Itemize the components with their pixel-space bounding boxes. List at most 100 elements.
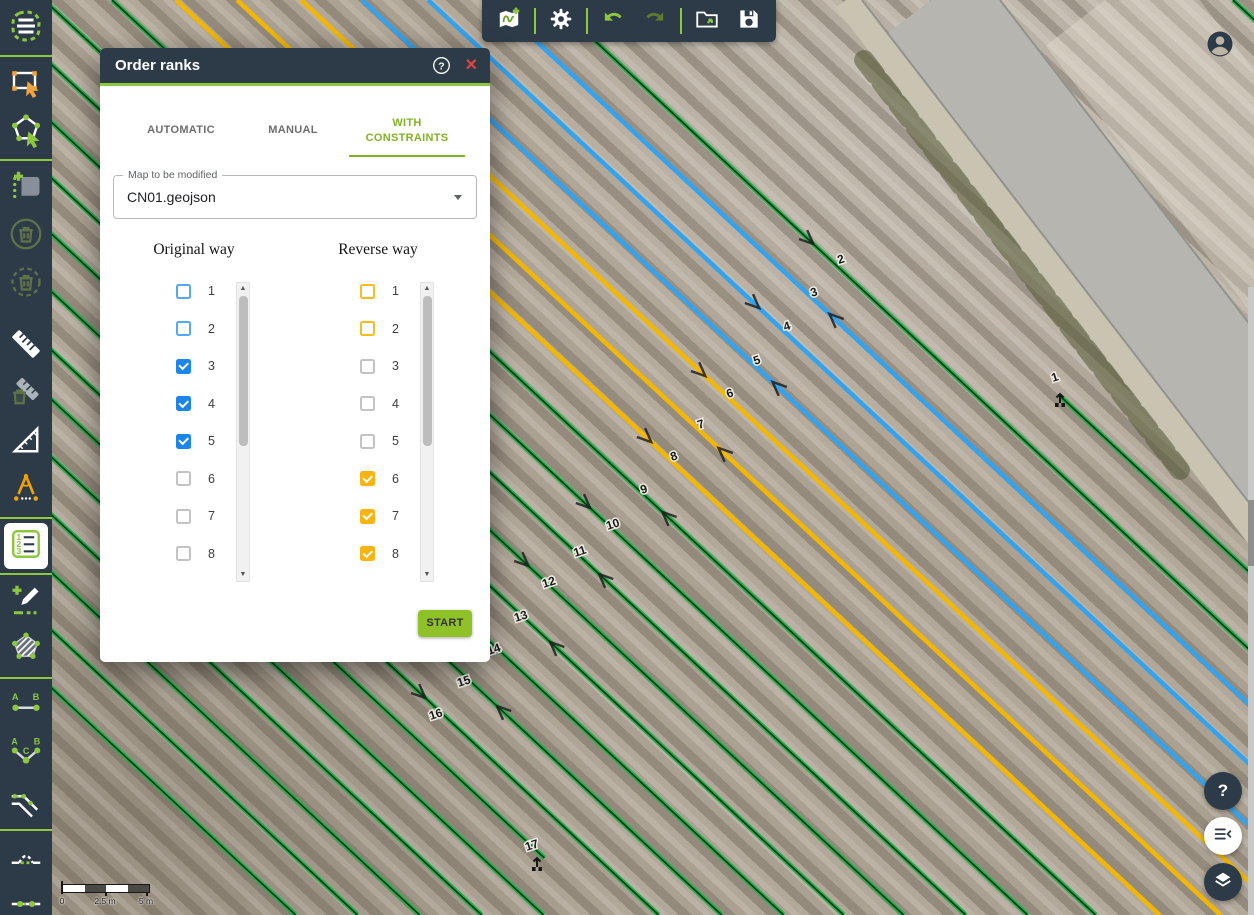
rank-checkbox-2[interactable] <box>360 321 375 336</box>
scroll-up-icon[interactable]: ▲ <box>237 283 249 295</box>
dialog-tabs: AUTOMATICMANUALWITH CONSTRAINTS <box>100 110 490 157</box>
sidebar-item-measure-ruler-tool[interactable] <box>3 323 49 369</box>
sidebar-item-offset-lines-tool[interactable] <box>3 779 49 825</box>
map-select-dropdown[interactable]: Map to be modified CN01.geojson <box>113 175 477 219</box>
sidebar-divider <box>0 677 52 679</box>
app-map-icon <box>496 6 522 37</box>
sidebar-item-arc-tool[interactable] <box>3 835 49 881</box>
rank-checkbox-1[interactable] <box>360 284 375 299</box>
rank-checkbox-5[interactable] <box>176 434 191 449</box>
sidebar-item-acb-angle-tool[interactable]: ACB <box>3 731 49 777</box>
rank-number: 3 <box>392 359 399 373</box>
user-avatar-icon[interactable] <box>1205 29 1235 59</box>
line-rank-label: 11 <box>572 542 589 559</box>
tool-sidebar: 123ABACB <box>0 0 52 915</box>
tab-with-constraints[interactable]: WITH CONSTRAINTS <box>349 110 465 157</box>
help-icon[interactable]: ? <box>432 56 451 75</box>
gear-icon <box>548 6 574 37</box>
row-end-marker-icon <box>532 858 542 871</box>
rank-checkbox-3[interactable] <box>360 359 375 374</box>
close-icon[interactable]: ✕ <box>465 58 478 74</box>
rank-checkbox-6[interactable] <box>360 471 375 486</box>
settings-button[interactable] <box>540 0 582 42</box>
sidebar-scrollbar-thumb[interactable] <box>1248 500 1254 566</box>
svg-text:A: A <box>11 736 18 746</box>
rank-checkbox-4[interactable] <box>176 396 191 411</box>
rank-checkbox-5[interactable] <box>360 434 375 449</box>
scale-bar-segments <box>62 884 150 893</box>
rank-checkbox-8[interactable] <box>176 546 191 561</box>
svg-text:B: B <box>33 691 40 701</box>
map-select-value: CN01.geojson <box>114 176 476 218</box>
list-scrollbar[interactable]: ▲▼ <box>420 282 434 582</box>
draw-plus-icon <box>8 582 44 623</box>
rank-number: 8 <box>392 547 399 561</box>
rank-checkbox-7[interactable] <box>360 509 375 524</box>
sidebar-item-hatch-zone-tool[interactable] <box>3 627 49 673</box>
app-map-button[interactable] <box>488 0 530 42</box>
redo-button[interactable] <box>634 0 676 42</box>
rank-number: 8 <box>208 547 215 561</box>
sidebar-item-add-zone-tool[interactable] <box>3 165 49 211</box>
sidebar-item-field-boundary-tool[interactable] <box>3 5 49 51</box>
rank-checkbox-8[interactable] <box>360 546 375 561</box>
sidebar-item-delete-measure-tool[interactable] <box>3 371 49 417</box>
arc-tool-icon <box>8 838 44 879</box>
scroll-down-icon[interactable]: ▼ <box>237 569 249 581</box>
list-scrollbar[interactable]: ▲▼ <box>236 282 250 582</box>
svg-text:A: A <box>12 691 19 701</box>
scroll-down-icon[interactable]: ▼ <box>421 569 433 581</box>
sidebar-item-delete-points-tool[interactable] <box>3 261 49 307</box>
scrollbar-thumb[interactable] <box>239 296 248 446</box>
open-project-button[interactable] <box>686 0 728 42</box>
rank-number: 2 <box>208 322 215 336</box>
sidebar-item-draw-line-tool[interactable] <box>3 579 49 625</box>
sidebar-item-ab-line-tool[interactable]: AB <box>3 683 49 729</box>
order-ranks-dialog: Order ranks ? ✕ AUTOMATICMANUALWITH CONS… <box>100 48 490 662</box>
question-icon: ? <box>1218 781 1228 801</box>
help-button[interactable]: ? <box>1204 772 1242 810</box>
ruler-icon <box>8 326 44 367</box>
sidebar-divider <box>0 55 52 57</box>
app-window: 1234567891011121314151617 123ABACB Order… <box>0 0 1254 915</box>
save-button[interactable] <box>728 0 770 42</box>
save-icon <box>736 6 762 37</box>
rank-checkbox-1[interactable] <box>176 284 191 299</box>
tab-manual[interactable]: MANUAL <box>237 117 349 149</box>
dots-line-icon <box>8 886 44 915</box>
undo-icon <box>600 6 626 37</box>
acb-angle-icon: ACB <box>8 734 44 775</box>
scrollbar-thumb[interactable] <box>423 296 432 446</box>
undo-button[interactable] <box>592 0 634 42</box>
sidebar-divider <box>0 573 52 575</box>
rect-select-icon <box>8 64 44 105</box>
scroll-up-icon[interactable]: ▲ <box>421 283 433 295</box>
rank-checkbox-3[interactable] <box>176 359 191 374</box>
sidebar-item-select-polygon-tool[interactable] <box>3 109 49 155</box>
sidebar-item-select-rectangle-tool[interactable] <box>3 61 49 107</box>
sidebar-item-delete-feature-tool[interactable] <box>3 213 49 259</box>
sidebar-item-order-ranks-tool[interactable]: 123 <box>4 523 48 569</box>
sidebar-scrollbar[interactable] <box>1248 287 1254 915</box>
rank-checkbox-6[interactable] <box>176 471 191 486</box>
tab-automatic[interactable]: AUTOMATIC <box>125 117 237 149</box>
collapse-panel-button[interactable] <box>1204 817 1242 855</box>
line-rank-label: 10 <box>604 515 621 533</box>
rank-checkbox-2[interactable] <box>176 321 191 336</box>
svg-text:3: 3 <box>16 546 21 556</box>
layers-button[interactable] <box>1204 863 1242 901</box>
rank-number: 1 <box>208 284 215 298</box>
chevron-down-icon <box>454 195 462 200</box>
line-rank-label: 15 <box>455 672 472 690</box>
line-rank-label: 1 <box>1049 369 1060 384</box>
scale-label: 5 m <box>139 896 153 906</box>
rank-checkbox-7[interactable] <box>176 509 191 524</box>
sidebar-item-dots-line-tool[interactable] <box>3 883 49 915</box>
svg-text:B: B <box>34 736 41 746</box>
sidebar-divider <box>0 517 52 519</box>
start-button[interactable]: START <box>418 610 472 637</box>
map-scale-bar: 02.5 m5 m <box>62 884 158 906</box>
rank-checkbox-4[interactable] <box>360 396 375 411</box>
sidebar-item-set-square-tool[interactable] <box>3 419 49 465</box>
sidebar-item-compass-tool[interactable] <box>3 467 49 513</box>
